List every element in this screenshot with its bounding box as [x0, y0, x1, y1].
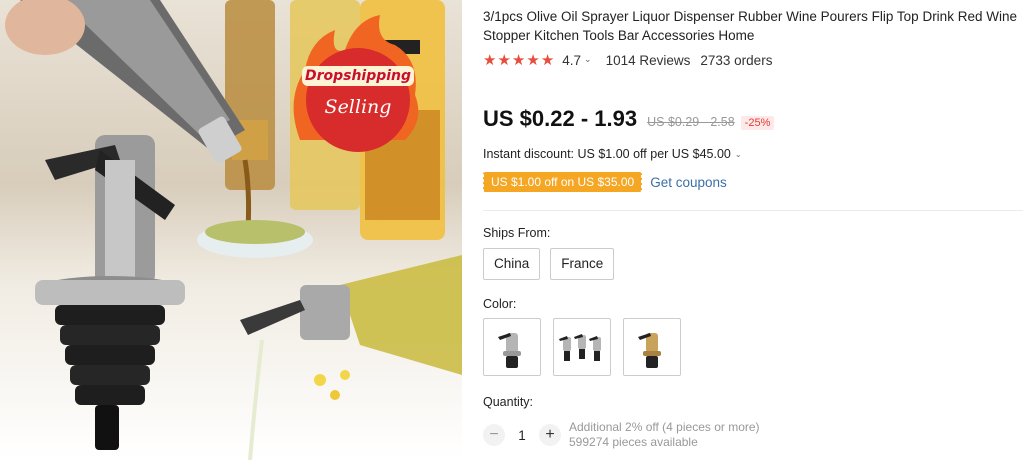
- color-option-gold-single[interactable]: [623, 318, 681, 376]
- original-price: US $0.29 - 2.58: [647, 115, 735, 129]
- coupon-tag[interactable]: US $1.00 off on US $35.00: [483, 172, 643, 192]
- instant-discount[interactable]: Instant discount: US $1.00 off per US $4…: [483, 147, 756, 161]
- get-coupons-link[interactable]: Get coupons: [650, 175, 727, 190]
- ships-from-options: China France: [483, 248, 615, 280]
- color-options: [483, 318, 681, 376]
- quantity-note: Additional 2% off (4 pieces or more) 599…: [569, 420, 760, 450]
- decrease-quantity-button[interactable]: −: [483, 424, 505, 446]
- divider: [483, 210, 1023, 211]
- quantity-label: Quantity:: [483, 395, 534, 409]
- star-rating[interactable]: ★ ★ ★ ★ ★: [483, 53, 554, 68]
- quantity-stepper: − 1 + Additional 2% off (4 pieces or mor…: [483, 420, 760, 450]
- quantity-input[interactable]: 1: [505, 428, 539, 443]
- star-icon: ★: [526, 52, 540, 69]
- instant-discount-text: Instant discount: US $1.00 off per US $4…: [483, 147, 731, 161]
- badge-top-text: Dropshipping: [302, 66, 414, 86]
- increase-quantity-button[interactable]: +: [539, 424, 561, 446]
- current-price: US $0.22 - 1.93: [483, 106, 638, 131]
- stock-available: 599274 pieces available: [569, 435, 698, 449]
- chevron-down-icon: ⌄: [734, 150, 742, 159]
- reviews-link[interactable]: 1014 Reviews: [606, 53, 691, 68]
- orders-count: 2733 orders: [700, 53, 773, 68]
- product-image[interactable]: Dropshipping Selling: [0, 0, 462, 460]
- discount-badge: -25%: [740, 116, 775, 130]
- rating-value[interactable]: 4.7: [562, 53, 581, 68]
- color-option-silver-single[interactable]: [483, 318, 541, 376]
- pourer-three-pack-icon: [559, 334, 601, 361]
- pourer-gold-icon: [638, 333, 661, 368]
- ship-option-france[interactable]: France: [550, 248, 615, 280]
- color-option-silver-three-pack[interactable]: [553, 318, 611, 376]
- bulk-discount-note: Additional 2% off (4 pieces or more): [569, 420, 760, 434]
- star-icon: ★: [511, 52, 526, 69]
- star-icon: ★: [497, 52, 511, 69]
- product-title: 3/1pcs Olive Oil Sprayer Liquor Dispense…: [483, 9, 1017, 43]
- chevron-down-icon[interactable]: ⌄: [584, 54, 592, 65]
- pourer-silver-icon: [498, 333, 521, 368]
- star-icon: ★: [540, 52, 555, 69]
- ships-from-label: Ships From:: [483, 226, 551, 240]
- ship-option-china[interactable]: China: [483, 248, 541, 280]
- badge-bottom-text: Selling: [324, 96, 392, 118]
- price-row: US $0.22 - 1.93 US $0.29 - 2.58 -25%: [483, 106, 775, 132]
- rating-row: ★ ★ ★ ★ ★ 4.7 ⌄ 1014 Reviews 2733 orders: [483, 53, 772, 68]
- coupon-row: US $1.00 off on US $35.00 Get coupons: [483, 172, 727, 192]
- color-label: Color:: [483, 297, 517, 311]
- star-icon: ★: [483, 52, 497, 69]
- dropshipping-badge: Dropshipping Selling: [302, 60, 414, 140]
